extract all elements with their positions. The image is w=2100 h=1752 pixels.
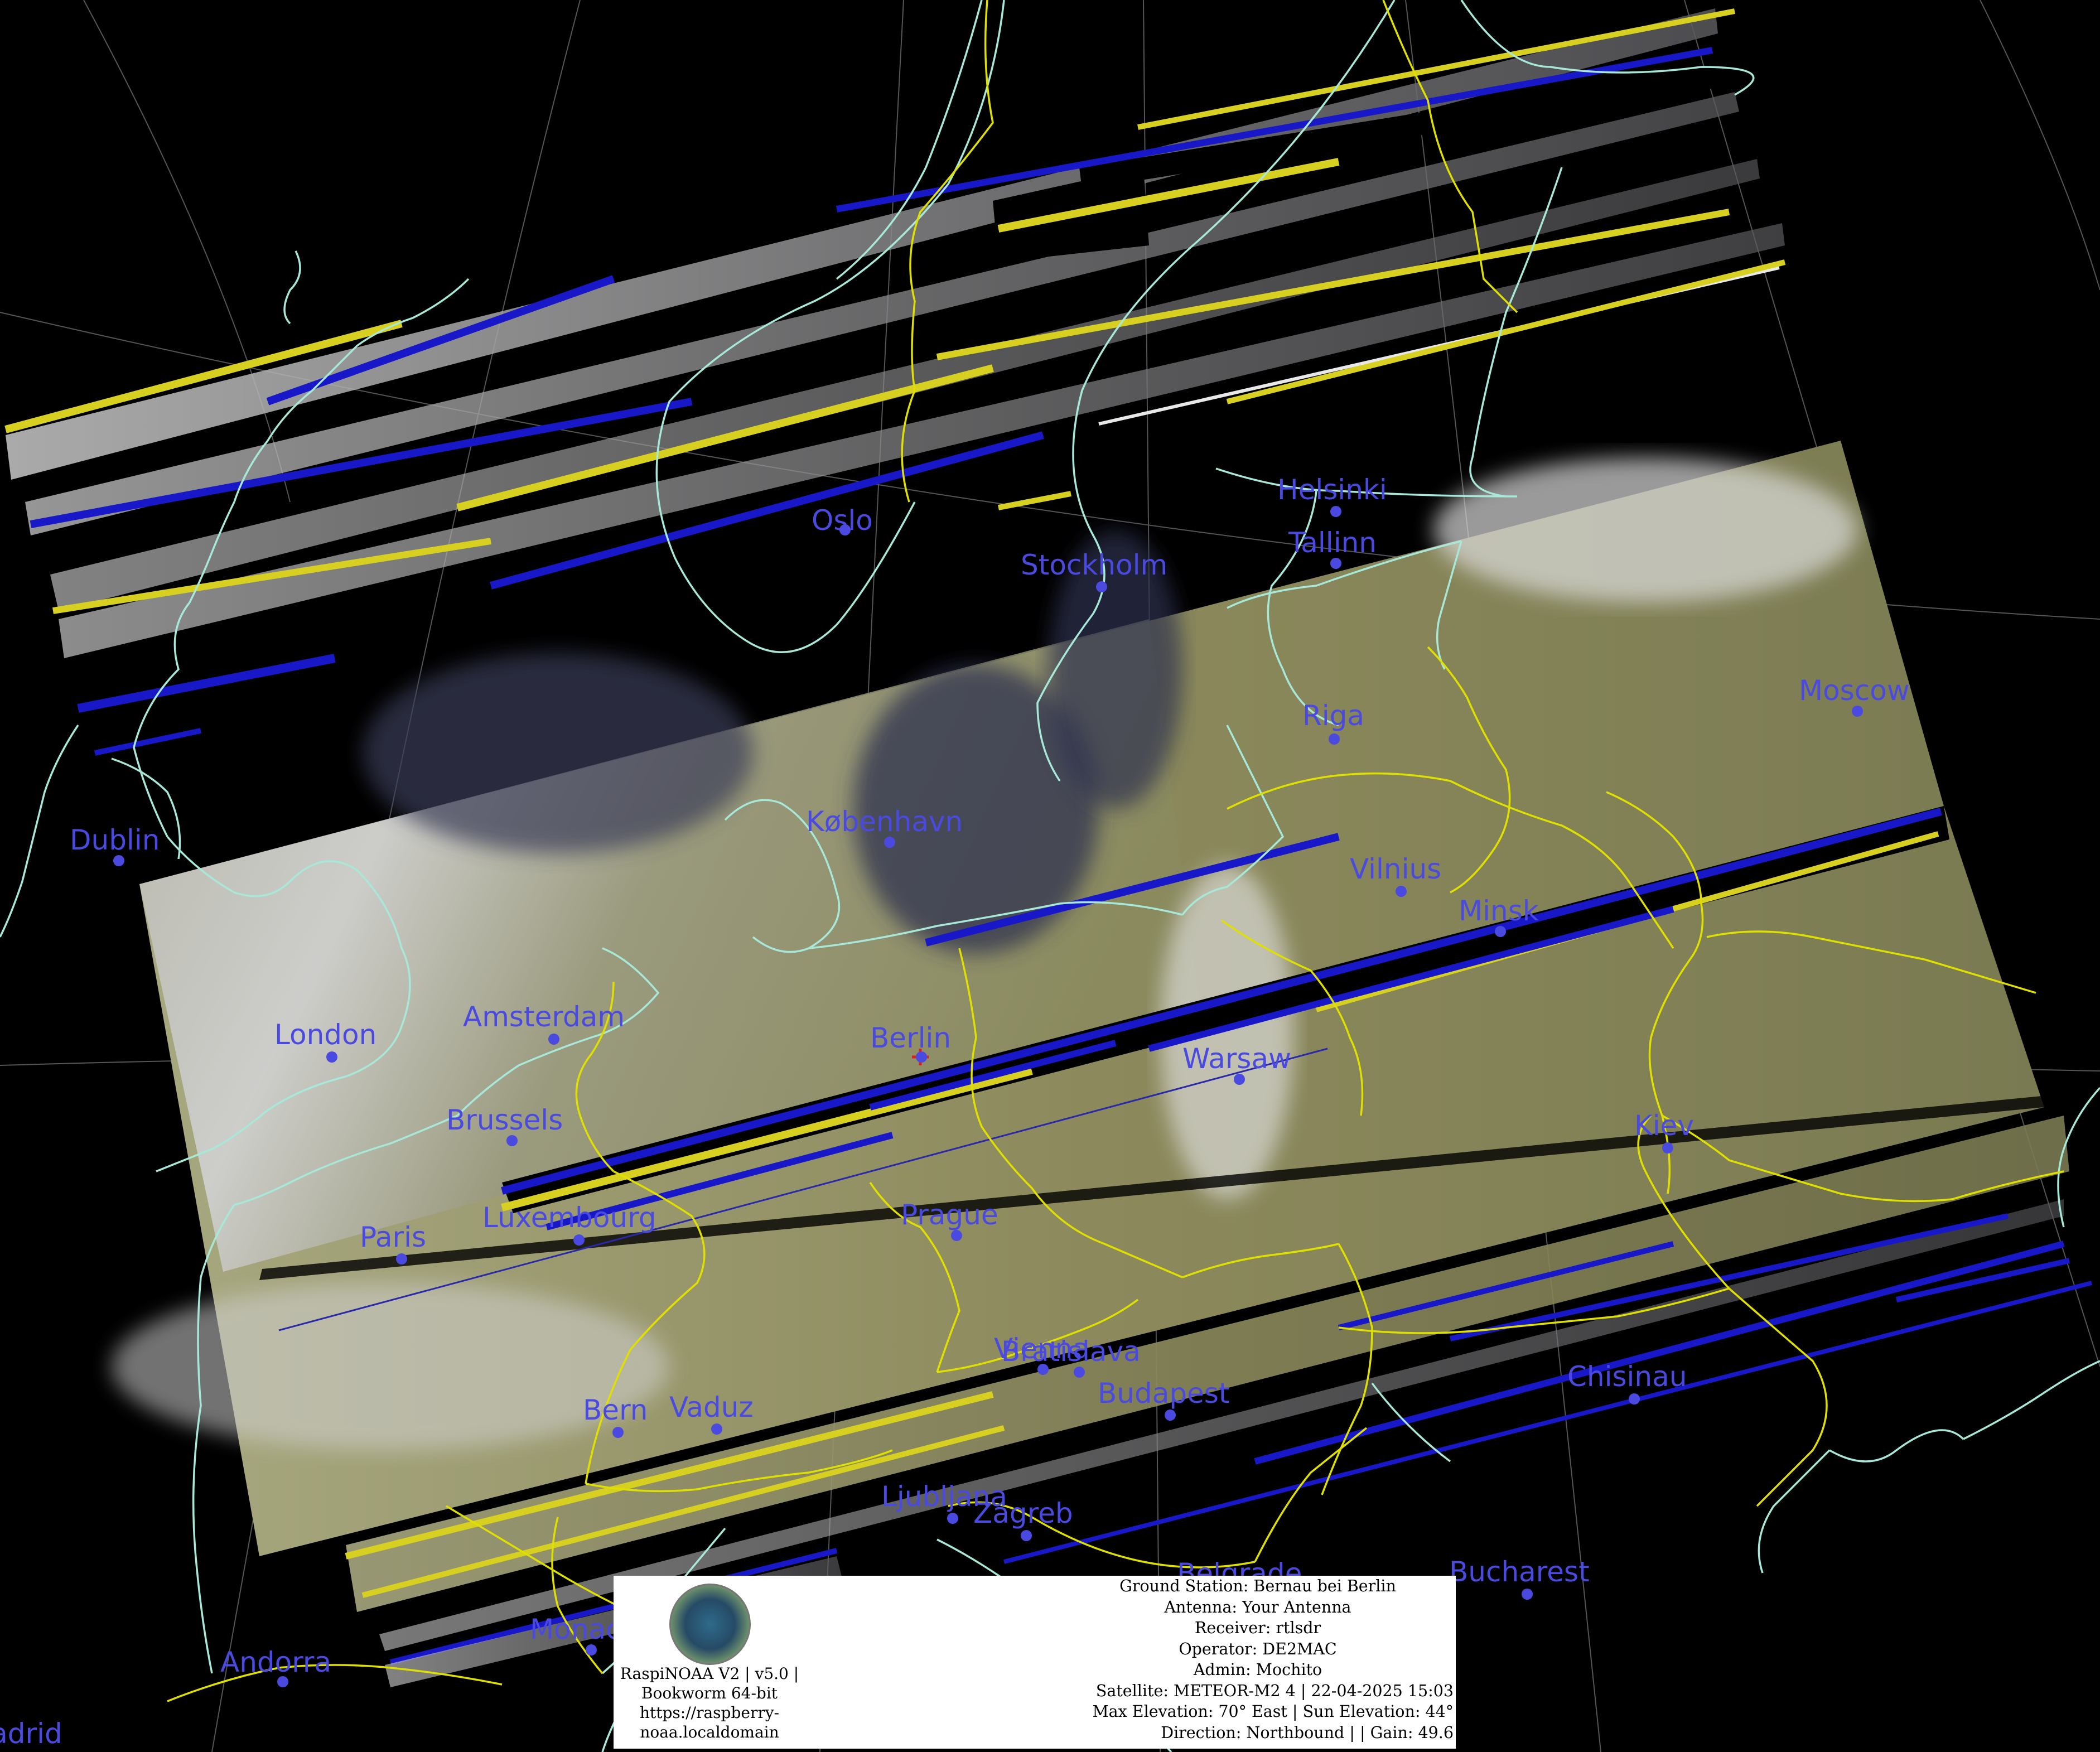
operator-text: Operator: DE2MAC: [1179, 1639, 1337, 1658]
admin-text: Admin: Mochito: [1193, 1661, 1322, 1679]
city-dot: [548, 1034, 559, 1045]
city-zagreb: Zagreb: [973, 1497, 1073, 1541]
city-label: Brussels: [446, 1104, 563, 1136]
city-label: Helsinki: [1277, 474, 1387, 506]
direction-text: Direction: Northbound | | Gain: 49.6: [1161, 1723, 1454, 1742]
city-dot: [1096, 581, 1107, 592]
city-label: Riga: [1302, 699, 1364, 732]
city-madrid: Madrid: [0, 1717, 62, 1750]
city-dot: [396, 1253, 407, 1264]
city-label: Oslo: [812, 504, 873, 537]
satellite-map: Oslo Stockholm Helsinki Tallinn Riga Moscow Du…: [0, 0, 2100, 1752]
city-label: Zagreb: [973, 1497, 1073, 1529]
elevation-text: Max Elevation: 70° East | Sun Elevation:…: [1092, 1702, 1454, 1721]
city-dot: [1021, 1530, 1032, 1541]
city-label: Warsaw: [1182, 1042, 1291, 1075]
satellite-text: Satellite: METEOR-M2 4 | 22-04-2025 15:0…: [1095, 1681, 1454, 1700]
city-label: Berlin: [870, 1022, 951, 1054]
city-label: Dublin: [70, 824, 160, 856]
ground-station-text: Ground Station: Bernau bei Berlin: [1119, 1577, 1396, 1595]
city-dot: [573, 1234, 585, 1246]
city-dot: [506, 1135, 518, 1146]
raspinoaa-logo: [669, 1584, 751, 1665]
city-dublin: Dublin: [70, 824, 160, 866]
city-dot: [1330, 506, 1341, 517]
city-label: Amsterdam: [463, 1001, 625, 1033]
city-label: Chisinau: [1567, 1360, 1687, 1393]
city-oslo: Oslo: [812, 504, 873, 537]
city-andorra: Andorra: [220, 1646, 331, 1687]
logo-caption-line: https://raspberry-: [639, 1703, 780, 1722]
city-dot: [947, 1513, 958, 1524]
city-label: Paris: [360, 1221, 426, 1253]
city-label: Luxembourg: [482, 1201, 656, 1234]
city-dot: [884, 837, 895, 848]
station-info: Ground Station: Bernau bei Berlin Antenn…: [1060, 1576, 1456, 1743]
antenna-text: Antenna: Your Antenna: [1164, 1597, 1351, 1616]
logo-caption-line: noaa.localdomain: [640, 1723, 779, 1741]
city-dot: [1074, 1367, 1085, 1378]
city-label: Kiev: [1634, 1109, 1694, 1142]
city-dot: [612, 1427, 624, 1438]
city-label: Stockholm: [1021, 549, 1167, 581]
logo-caption-line: Bookworm 64-bit: [641, 1684, 778, 1702]
city-label: Bucharest: [1449, 1556, 1590, 1588]
logo-caption: RaspiNOAA V2 | v5.0 | Bookworm 64-bit ht…: [615, 1664, 804, 1742]
city-dot: [1629, 1393, 1640, 1405]
city-dot: [1329, 733, 1340, 745]
city-label: Bratislava: [1001, 1335, 1141, 1368]
city-dot: [1662, 1142, 1673, 1153]
city-dot: [951, 1230, 962, 1241]
map-canvas: Oslo Stockholm Helsinki Tallinn Riga Moscow Du…: [0, 0, 2100, 1752]
city-label: Moscow: [1799, 674, 1910, 707]
city-label: Vilnius: [1350, 853, 1441, 885]
city-label: Budapest: [1098, 1377, 1230, 1410]
receiver-text: Receiver: rtlsdr: [1194, 1619, 1321, 1637]
city-tallinn: Tallinn: [1288, 527, 1377, 569]
city-dot: [1522, 1589, 1533, 1600]
city-chisinau: Chisinau: [1567, 1360, 1687, 1405]
city-helsinki: Helsinki: [1277, 474, 1387, 517]
city-dot: [711, 1423, 722, 1435]
city-dot: [1495, 926, 1506, 937]
city-dot: [1852, 706, 1863, 717]
city-label: Tallinn: [1288, 527, 1377, 559]
city-bucharest: Bucharest: [1449, 1556, 1590, 1600]
city-label: Vaduz: [669, 1391, 754, 1423]
city-label: London: [274, 1019, 376, 1051]
city-dot: [586, 1644, 597, 1656]
city-label: Bern: [583, 1394, 648, 1426]
city-label: København: [806, 805, 963, 838]
city-dot: [1234, 1074, 1245, 1085]
logo-caption-line: RaspiNOAA V2 | v5.0 |: [620, 1664, 799, 1683]
city-dot: [1330, 558, 1341, 569]
city-label: Andorra: [220, 1646, 331, 1678]
city-label: Prague: [901, 1199, 998, 1231]
city-label: Minsk: [1459, 895, 1539, 927]
info-panel: RaspiNOAA V2 | v5.0 | Bookworm 64-bit ht…: [614, 1576, 1456, 1749]
city-label: Madrid: [0, 1717, 62, 1750]
city-dot: [1396, 886, 1407, 897]
city-dot: [113, 855, 124, 866]
city-dot: [1165, 1410, 1176, 1421]
city-dot: [326, 1051, 337, 1063]
